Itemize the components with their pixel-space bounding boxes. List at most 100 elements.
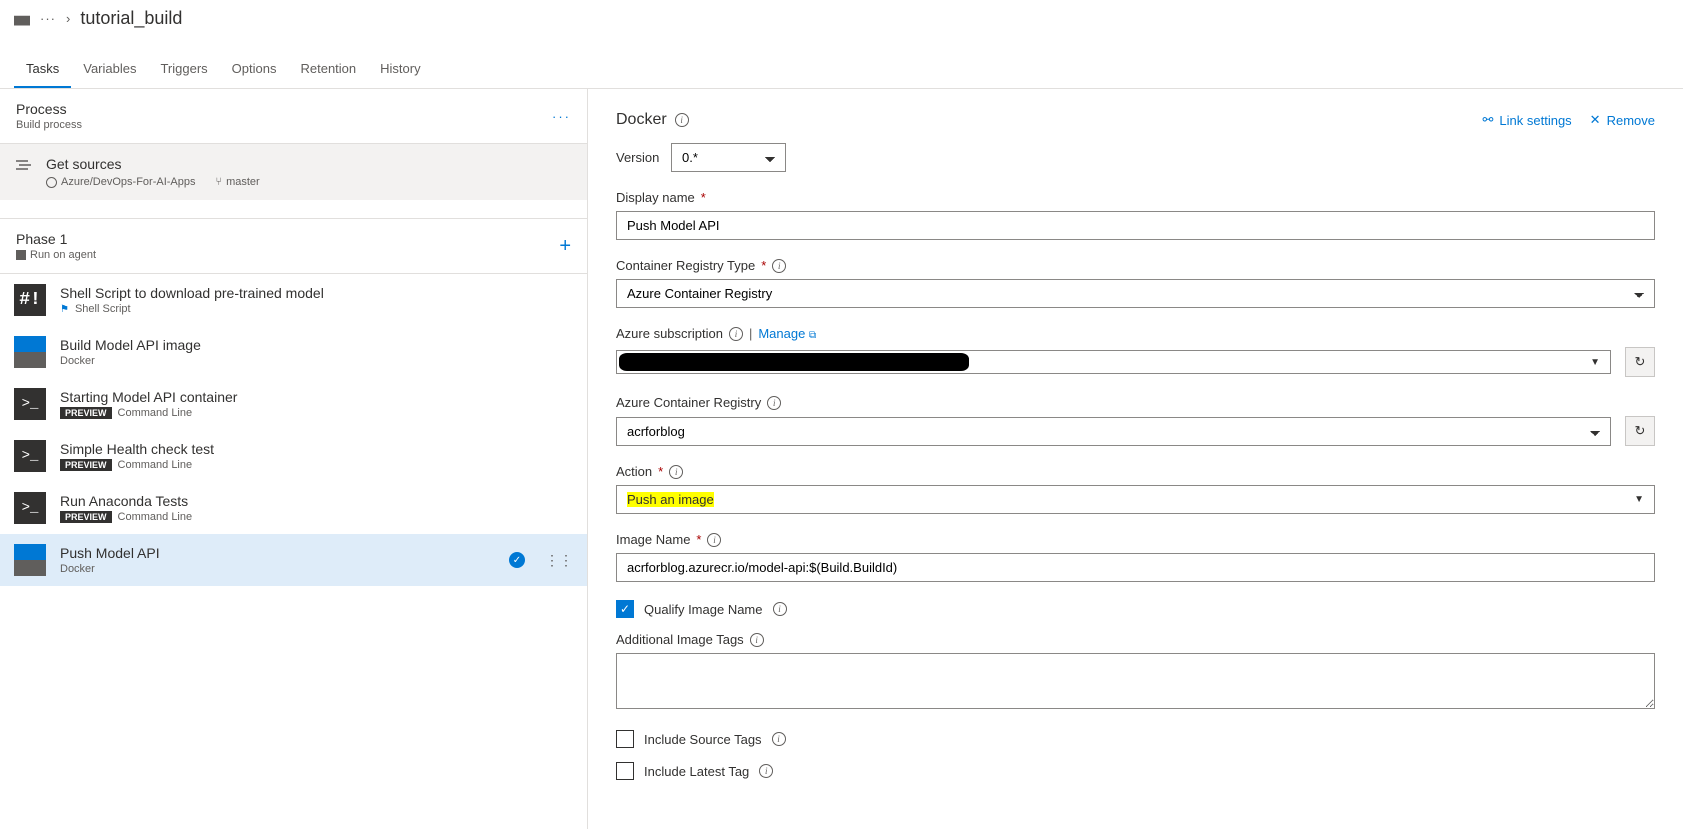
task-subtitle: PREVIEWCommand Line xyxy=(60,407,573,419)
branch-icon xyxy=(215,176,222,188)
tab-options[interactable]: Options xyxy=(220,51,289,88)
panel-title: Docker i xyxy=(616,111,689,129)
tab-variables[interactable]: Variables xyxy=(71,51,148,88)
refresh-icon: ↻ xyxy=(1635,354,1646,370)
task-title: Simple Health check test xyxy=(60,441,573,457)
version-label: Version xyxy=(616,150,659,165)
breadcrumb: ··· › tutorial_build xyxy=(0,0,1683,37)
display-name-label: Display name xyxy=(616,190,695,205)
info-icon[interactable]: i xyxy=(767,396,781,410)
task-row[interactable]: >_ Run Anaconda Tests PREVIEWCommand Lin… xyxy=(0,482,587,534)
refresh-button[interactable]: ↻ xyxy=(1625,347,1655,377)
add-task-button[interactable]: + xyxy=(559,235,571,258)
github-icon xyxy=(46,177,57,188)
required-indicator: * xyxy=(696,532,701,547)
flag-icon: ⚑ xyxy=(60,304,69,315)
task-subtitle: PREVIEWCommand Line xyxy=(60,511,573,523)
process-title: Process xyxy=(16,101,82,117)
preview-badge: PREVIEW xyxy=(60,511,112,523)
refresh-button[interactable]: ↻ xyxy=(1625,416,1655,446)
link-icon: ⚯ xyxy=(1483,112,1494,128)
task-row[interactable]: >_ Simple Health check test PREVIEWComma… xyxy=(0,430,587,482)
redacted-content xyxy=(619,353,969,371)
task-title: Build Model API image xyxy=(60,337,573,353)
task-title: Push Model API xyxy=(60,545,495,561)
chevron-down-icon: ▼ xyxy=(1634,494,1644,505)
info-icon[interactable]: i xyxy=(669,465,683,479)
info-icon[interactable]: i xyxy=(772,259,786,273)
include-latest-label: Include Latest Tag xyxy=(644,764,749,779)
info-icon[interactable]: i xyxy=(675,113,689,127)
info-icon[interactable]: i xyxy=(729,327,743,341)
required-indicator: * xyxy=(658,464,663,479)
tab-triggers[interactable]: Triggers xyxy=(148,51,219,88)
agent-icon xyxy=(16,250,26,260)
chevron-right-icon: › xyxy=(66,11,70,26)
task-subtitle: Docker xyxy=(60,563,495,575)
right-panel: Docker i ⚯ Link settings ✕ Remove Versio… xyxy=(588,89,1683,829)
task-row[interactable]: Build Model API image Docker xyxy=(0,326,587,378)
qualify-label: Qualify Image Name xyxy=(644,602,763,617)
link-settings-button[interactable]: ⚯ Link settings xyxy=(1483,112,1572,128)
phase-header[interactable]: Phase 1 Run on agent + xyxy=(0,218,587,274)
task-list: #! Shell Script to download pre-trained … xyxy=(0,274,587,586)
get-sources-row[interactable]: Get sources Azure/DevOps-For-AI-Apps mas… xyxy=(0,144,587,200)
qualify-checkbox[interactable]: ✓ xyxy=(616,600,634,618)
process-more-button[interactable]: ··· xyxy=(552,109,571,124)
image-name-label: Image Name xyxy=(616,532,690,547)
sources-icon xyxy=(16,159,32,171)
image-name-input[interactable] xyxy=(616,553,1655,582)
additional-tags-label: Additional Image Tags xyxy=(616,632,744,647)
manage-link[interactable]: Manage ⧉ xyxy=(758,326,816,341)
left-panel: Process Build process ··· Get sources Az… xyxy=(0,89,588,829)
get-sources-title: Get sources xyxy=(46,156,260,172)
info-icon[interactable]: i xyxy=(750,633,764,647)
refresh-icon: ↻ xyxy=(1635,423,1646,439)
cmd-icon: >_ xyxy=(14,388,46,420)
tab-bar: Tasks Variables Triggers Options Retenti… xyxy=(0,51,1683,89)
close-icon: ✕ xyxy=(1590,112,1601,128)
acr-select[interactable]: acrforblog xyxy=(616,417,1611,446)
info-icon[interactable]: i xyxy=(759,764,773,778)
display-name-input[interactable] xyxy=(616,211,1655,240)
tab-retention[interactable]: Retention xyxy=(288,51,368,88)
process-header[interactable]: Process Build process ··· xyxy=(0,89,587,144)
info-icon[interactable]: i xyxy=(772,732,786,746)
preview-badge: PREVIEW xyxy=(60,459,112,471)
remove-button[interactable]: ✕ Remove xyxy=(1590,112,1655,128)
phase-subtitle: Run on agent xyxy=(16,249,96,261)
task-row[interactable]: #! Shell Script to download pre-trained … xyxy=(0,274,587,326)
chevron-down-icon: ▼ xyxy=(1590,357,1600,368)
include-latest-checkbox[interactable] xyxy=(616,762,634,780)
version-select[interactable]: 0.* xyxy=(671,143,786,172)
cmd-icon: >_ xyxy=(14,440,46,472)
include-source-checkbox[interactable] xyxy=(616,730,634,748)
action-select[interactable]: Push an image ▼ xyxy=(616,485,1655,514)
tab-history[interactable]: History xyxy=(368,51,432,88)
breadcrumb-more[interactable]: ··· xyxy=(40,11,56,26)
required-indicator: * xyxy=(761,258,766,273)
subscription-select[interactable]: ▼ xyxy=(616,350,1611,374)
action-label: Action xyxy=(616,464,652,479)
phase-title: Phase 1 xyxy=(16,231,96,247)
additional-tags-input[interactable] xyxy=(616,653,1655,709)
subscription-label: Azure subscription xyxy=(616,326,723,341)
branch-name: master xyxy=(215,176,259,188)
info-icon[interactable]: i xyxy=(707,533,721,547)
drag-handle-icon[interactable]: ⋮⋮ xyxy=(545,552,573,569)
task-subtitle: ⚑Shell Script xyxy=(60,303,573,315)
registry-type-label: Container Registry Type xyxy=(616,258,755,273)
breadcrumb-title: tutorial_build xyxy=(80,8,182,29)
divider: | xyxy=(749,326,752,341)
action-value: Push an image xyxy=(627,492,714,507)
task-row[interactable]: >_ Starting Model API container PREVIEWC… xyxy=(0,378,587,430)
task-subtitle: Docker xyxy=(60,355,573,367)
info-icon[interactable]: i xyxy=(773,602,787,616)
tab-tasks[interactable]: Tasks xyxy=(14,51,71,88)
docker-icon xyxy=(14,336,46,368)
task-title: Run Anaconda Tests xyxy=(60,493,573,509)
task-row[interactable]: Push Model API Docker ✓ ⋮⋮ xyxy=(0,534,587,586)
shell-icon: #! xyxy=(14,284,46,316)
task-title: Shell Script to download pre-trained mod… xyxy=(60,285,573,301)
registry-type-select[interactable]: Azure Container Registry xyxy=(616,279,1655,308)
